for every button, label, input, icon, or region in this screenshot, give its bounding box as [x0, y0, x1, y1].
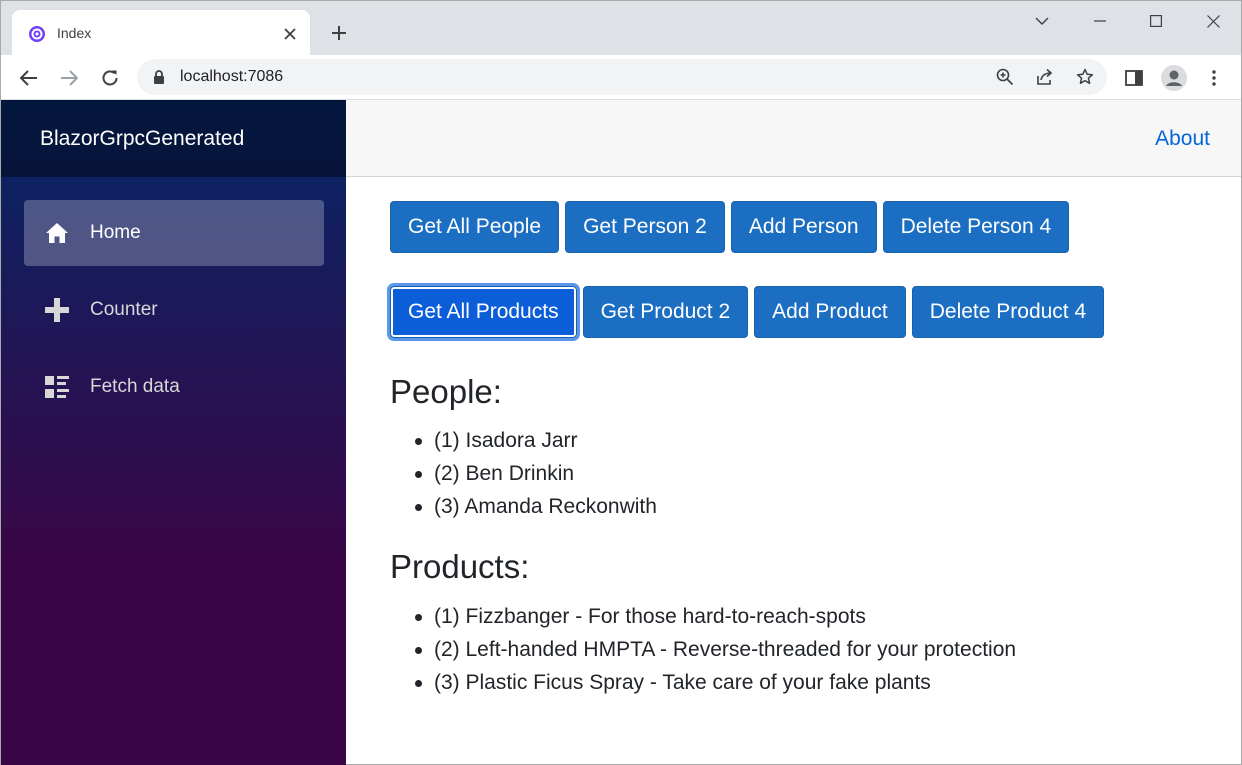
people-heading: People:: [390, 373, 502, 410]
back-icon[interactable]: [14, 63, 44, 93]
nav-item-fetch-data[interactable]: Fetch data: [24, 354, 324, 420]
home-icon: [46, 223, 68, 243]
main-content: Get All People Get Person 2 Add Person D…: [346, 177, 1241, 765]
close-window-icon[interactable]: [1184, 1, 1242, 41]
get-all-products-button[interactable]: Get All Products: [387, 283, 580, 341]
brand-bar: BlazorGrpcGenerated: [1, 100, 346, 177]
bookmark-star-icon[interactable]: [1072, 65, 1098, 89]
tab-search-icon[interactable]: [1013, 1, 1071, 41]
maximize-icon[interactable]: [1127, 1, 1185, 41]
nav-label-home: Home: [90, 222, 141, 243]
side-panel-icon[interactable]: [1119, 63, 1149, 93]
sidebar: BlazorGrpcGenerated Home Counter Fetch d…: [1, 100, 346, 765]
share-icon[interactable]: [1032, 65, 1058, 89]
people-button-row: Get All People Get Person 2 Add Person D…: [390, 201, 1070, 253]
list-rich-icon: [45, 376, 69, 398]
browser-toolbar: localhost:7086: [1, 55, 1241, 100]
people-list: (1) Isadora Jarr (2) Ben Drinkin (3) Ama…: [415, 424, 657, 523]
brand-title[interactable]: BlazorGrpcGenerated: [40, 127, 244, 151]
nav-item-home[interactable]: Home: [24, 200, 324, 266]
list-item: (3) Plastic Ficus Spray - Take care of y…: [414, 666, 1016, 699]
get-person-2-button[interactable]: Get Person 2: [565, 201, 725, 253]
delete-person-4-button[interactable]: Delete Person 4: [882, 201, 1070, 253]
tab-strip: Index: [1, 1, 1241, 55]
list-item: (2) Ben Drinkin: [415, 457, 657, 490]
top-row: About: [346, 100, 1241, 177]
list-item: (1) Isadora Jarr: [415, 424, 657, 457]
nav-item-counter[interactable]: Counter: [24, 277, 324, 343]
tab-title: Index: [57, 25, 92, 41]
zoom-icon[interactable]: [992, 65, 1018, 89]
add-product-button[interactable]: Add Product: [754, 286, 906, 338]
products-button-row: Get All Products Get Product 2 Add Produ…: [387, 283, 1105, 341]
products-list: (1) Fizzbanger - For those hard-to-reach…: [414, 600, 1016, 699]
plus-icon: [45, 298, 69, 322]
products-heading: Products:: [390, 548, 530, 585]
about-link[interactable]: About: [1155, 127, 1210, 151]
nav-label-fetch-data: Fetch data: [90, 376, 180, 397]
add-person-button[interactable]: Add Person: [730, 201, 877, 253]
list-item: (2) Left-handed HMPTA - Reverse-threaded…: [414, 633, 1016, 666]
url-text[interactable]: localhost:7086: [180, 68, 283, 86]
close-tab-icon[interactable]: [278, 22, 302, 46]
get-product-2-button[interactable]: Get Product 2: [582, 286, 749, 338]
profile-avatar-icon[interactable]: [1159, 63, 1189, 93]
blazor-favicon-icon: [29, 26, 45, 42]
menu-kebab-icon[interactable]: [1199, 63, 1229, 93]
delete-product-4-button[interactable]: Delete Product 4: [911, 286, 1105, 338]
reload-icon[interactable]: [95, 63, 125, 93]
browser-window: Index localhost:7086 BlazorGrpcGenerated…: [0, 0, 1242, 765]
lock-icon[interactable]: [151, 69, 167, 85]
list-item: (3) Amanda Reckonwith: [415, 490, 657, 523]
get-all-people-button[interactable]: Get All People: [390, 201, 560, 253]
address-bar[interactable]: localhost:7086: [137, 59, 1107, 95]
browser-tab[interactable]: Index: [12, 10, 310, 55]
new-tab-icon[interactable]: [327, 21, 351, 45]
forward-icon[interactable]: [54, 63, 84, 93]
minimize-icon[interactable]: [1071, 1, 1129, 41]
nav-label-counter: Counter: [90, 299, 158, 320]
list-item: (1) Fizzbanger - For those hard-to-reach…: [414, 600, 1016, 633]
blazor-app: BlazorGrpcGenerated Home Counter Fetch d…: [1, 100, 1241, 765]
